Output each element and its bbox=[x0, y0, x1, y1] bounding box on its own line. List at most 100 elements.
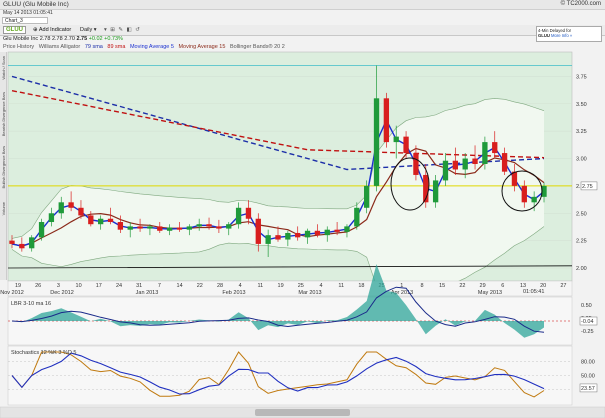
date-tick-12: 11 bbox=[258, 283, 264, 289]
candle-body-23 bbox=[235, 207, 242, 225]
date-tick-0: 19 bbox=[15, 283, 21, 289]
date-tick-17: 18 bbox=[358, 283, 364, 289]
candle-body-19 bbox=[196, 224, 202, 227]
date-tick-15: 4 bbox=[319, 283, 322, 289]
candle-body-33 bbox=[334, 229, 340, 232]
candle-body-17 bbox=[176, 227, 183, 230]
lbr-value-tag: -0.04 bbox=[581, 319, 594, 325]
month-label-4: Mar 2013 bbox=[298, 290, 321, 296]
date-tick-11: 4 bbox=[239, 283, 242, 289]
month-label-6: May 2013 bbox=[478, 290, 502, 296]
candle-body-8 bbox=[88, 215, 94, 225]
candle-body-2 bbox=[29, 237, 35, 249]
candle-body-16 bbox=[166, 227, 173, 231]
candle-body-46 bbox=[462, 158, 468, 170]
candle-body-4 bbox=[48, 213, 55, 223]
timestamp-label: 01:05:41 bbox=[523, 289, 544, 295]
candle-body-22 bbox=[226, 224, 232, 229]
month-label-1: Dec 2012 bbox=[50, 290, 74, 296]
candle-body-13 bbox=[137, 226, 143, 229]
candle-body-48 bbox=[482, 142, 488, 164]
stoch-tick-0: 80.00 bbox=[581, 359, 595, 365]
candle-body-24 bbox=[245, 207, 252, 219]
date-tick-21: 15 bbox=[439, 283, 445, 289]
candle-body-5 bbox=[58, 202, 64, 214]
candle-body-43 bbox=[432, 180, 439, 203]
date-tick-2: 3 bbox=[57, 283, 60, 289]
price-tick-1: 3.50 bbox=[576, 102, 587, 108]
month-label-2: Jan 2013 bbox=[136, 290, 159, 296]
candle-body-29 bbox=[295, 232, 301, 238]
price-tick-2: 3.25 bbox=[576, 129, 587, 135]
date-tick-23: 29 bbox=[480, 283, 486, 289]
candle-body-20 bbox=[206, 224, 212, 227]
date-tick-3: 10 bbox=[76, 283, 82, 289]
lbr-tick-0: 0.50 bbox=[581, 303, 592, 309]
candle-body-21 bbox=[216, 226, 222, 229]
date-tick-27: 27 bbox=[560, 283, 566, 289]
candle-body-45 bbox=[452, 160, 458, 170]
candle-body-37 bbox=[373, 98, 380, 186]
candle-body-11 bbox=[117, 222, 124, 230]
month-label-0: Nov 2012 bbox=[0, 290, 24, 296]
price-tick-7: 2.00 bbox=[576, 266, 587, 272]
price-tick-0: 3.75 bbox=[576, 74, 587, 80]
date-tick-1: 26 bbox=[35, 283, 41, 289]
lbr-tick-2: -0.25 bbox=[581, 329, 594, 335]
date-tick-13: 19 bbox=[278, 283, 284, 289]
candle-body-39 bbox=[393, 136, 399, 143]
date-tick-8: 14 bbox=[177, 283, 183, 289]
candle-body-14 bbox=[147, 226, 153, 229]
candle-body-53 bbox=[531, 196, 537, 203]
date-tick-24: 6 bbox=[501, 283, 504, 289]
candle-body-31 bbox=[314, 230, 321, 236]
candle-body-30 bbox=[304, 230, 311, 238]
price-tick-3: 3.00 bbox=[576, 157, 587, 163]
candle-body-38 bbox=[383, 98, 390, 143]
candle-body-28 bbox=[285, 232, 291, 240]
date-tick-4: 17 bbox=[96, 283, 102, 289]
candle-body-34 bbox=[344, 226, 350, 232]
current-price-tag: 2.75 bbox=[582, 184, 593, 190]
candle-body-12 bbox=[127, 226, 133, 230]
candle-body-50 bbox=[501, 153, 508, 172]
candle-body-47 bbox=[472, 158, 478, 164]
candle-body-49 bbox=[492, 142, 498, 154]
candle-body-52 bbox=[521, 185, 527, 203]
date-tick-14: 25 bbox=[298, 283, 304, 289]
date-tick-5: 24 bbox=[116, 283, 122, 289]
candle-body-10 bbox=[107, 218, 114, 223]
date-tick-16: 11 bbox=[338, 283, 344, 289]
lbr-label: LBR 3-10 ma 16 bbox=[11, 301, 51, 307]
candle-body-26 bbox=[265, 235, 271, 244]
date-tick-20: 8 bbox=[420, 283, 423, 289]
candle-body-27 bbox=[275, 235, 281, 240]
price-tick-5: 2.50 bbox=[576, 211, 587, 217]
candle-body-40 bbox=[403, 136, 409, 154]
candle-body-44 bbox=[442, 160, 449, 181]
candle-body-18 bbox=[186, 226, 192, 230]
candle-body-7 bbox=[78, 207, 84, 216]
stoch-tick-1: 50.00 bbox=[581, 374, 595, 380]
month-label-3: Feb 2013 bbox=[222, 290, 245, 296]
date-tick-6: 31 bbox=[136, 283, 142, 289]
stoch-value-tag: 23.57 bbox=[581, 386, 595, 392]
candle-body-3 bbox=[38, 222, 45, 238]
scrollbar-thumb[interactable] bbox=[255, 409, 350, 416]
candle-body-35 bbox=[354, 207, 360, 227]
date-tick-10: 28 bbox=[217, 283, 223, 289]
candle-body-41 bbox=[413, 153, 419, 175]
chart-canvas[interactable]: 3.753.503.253.002.752.502.252.002.751926… bbox=[0, 0, 605, 418]
price-tick-6: 2.25 bbox=[576, 239, 587, 245]
date-tick-7: 7 bbox=[158, 283, 161, 289]
candle-body-25 bbox=[255, 218, 261, 244]
date-tick-9: 22 bbox=[197, 283, 203, 289]
date-tick-22: 22 bbox=[459, 283, 465, 289]
candle-body-6 bbox=[68, 202, 74, 208]
candle-body-36 bbox=[364, 185, 370, 208]
candle-body-1 bbox=[19, 243, 25, 249]
candle-body-32 bbox=[324, 229, 330, 236]
candle-body-15 bbox=[157, 226, 163, 231]
candle-body-9 bbox=[98, 218, 104, 225]
stoch-label: Stochastics 12 %K 3 %D 5 bbox=[11, 350, 76, 356]
